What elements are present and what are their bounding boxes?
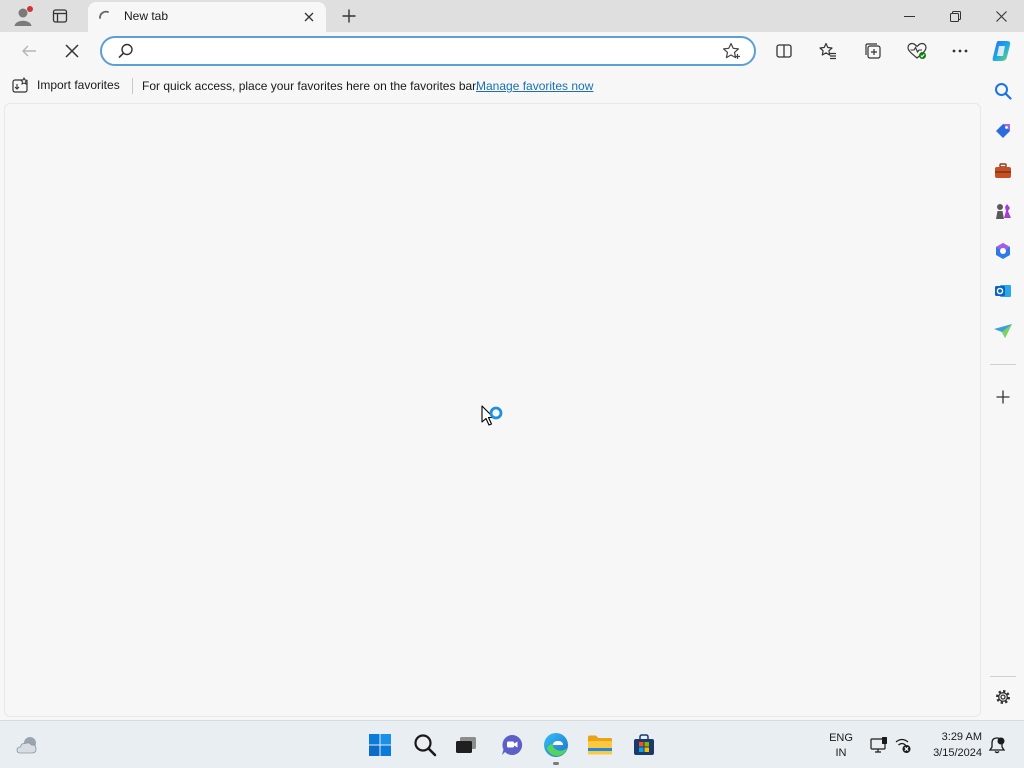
tab-close-button[interactable] — [301, 9, 317, 25]
more-button[interactable] — [945, 36, 975, 66]
edge-running-indicator — [553, 762, 559, 765]
file-explorer-icon — [587, 734, 613, 756]
sidebar-tools-button[interactable] — [990, 158, 1016, 184]
split-screen-icon — [776, 43, 792, 59]
sidebar-microsoft-365-button[interactable] — [990, 238, 1016, 264]
task-view-icon — [454, 735, 478, 755]
sidebar-shopping-button[interactable] — [990, 118, 1016, 144]
plus-icon — [342, 9, 356, 23]
sidebar-settings-button[interactable] — [990, 684, 1016, 710]
sidebar-add-button[interactable] — [990, 384, 1016, 410]
close-icon — [995, 10, 1007, 22]
minimize-icon — [903, 11, 915, 22]
sidebar-games-button[interactable] — [990, 198, 1016, 224]
workspaces-icon — [52, 8, 68, 24]
favorites-button[interactable] — [813, 36, 843, 66]
outlook-icon — [994, 282, 1012, 300]
microsoft-365-icon — [994, 242, 1012, 260]
close-icon — [304, 12, 314, 22]
back-button[interactable] — [14, 36, 44, 66]
taskbar-search-button[interactable] — [409, 729, 441, 761]
taskbar: ENG IN 3:29 AM 3/15/2024 — [0, 720, 1024, 768]
tools-icon — [994, 163, 1012, 179]
edge-sidebar — [982, 70, 1024, 718]
address-input[interactable] — [142, 42, 712, 60]
stop-loading-button[interactable] — [57, 36, 87, 66]
workspaces-button[interactable] — [45, 2, 75, 30]
settings-icon — [994, 688, 1012, 706]
more-icon — [952, 49, 968, 53]
minimize-button[interactable] — [886, 0, 932, 32]
tab-title: New tab — [124, 9, 169, 23]
copilot-button[interactable] — [987, 36, 1017, 66]
clock-time: 3:29 AM — [941, 731, 982, 743]
profile-icon — [12, 5, 34, 27]
back-icon — [21, 43, 37, 59]
network-tray-button[interactable] — [888, 729, 918, 761]
import-favorites-label: Import favorites — [37, 78, 120, 92]
file-explorer-button[interactable] — [584, 729, 616, 761]
display-icon — [870, 736, 888, 754]
restore-icon — [949, 10, 961, 22]
favorites-icon — [819, 42, 837, 60]
busy-cursor-icon — [481, 405, 505, 433]
store-icon — [632, 733, 656, 757]
task-view-button[interactable] — [450, 729, 482, 761]
collections-icon — [864, 42, 882, 60]
navigation-toolbar — [0, 32, 1024, 70]
address-bar[interactable] — [100, 36, 756, 66]
import-favorites-button[interactable]: Import favorites — [12, 77, 120, 93]
start-icon — [368, 733, 392, 757]
browser-essentials-button[interactable] — [902, 36, 932, 66]
add-icon — [996, 390, 1010, 404]
edge-taskbar-button[interactable] — [540, 729, 572, 761]
search-icon — [118, 43, 134, 59]
shopping-icon — [994, 122, 1012, 140]
edge-icon — [543, 732, 569, 758]
notifications-button[interactable] — [982, 729, 1012, 761]
loading-icon — [96, 9, 112, 25]
region-code: IN — [835, 747, 847, 759]
favorites-message: For quick access, place your favorites h… — [142, 79, 479, 93]
weather-icon — [16, 734, 40, 756]
sidebar-search-icon — [994, 82, 1012, 100]
drop-icon — [993, 323, 1013, 339]
new-tab-button[interactable] — [336, 3, 362, 29]
collections-button[interactable] — [858, 36, 888, 66]
profile-button[interactable] — [8, 2, 38, 30]
games-icon — [993, 202, 1013, 220]
import-icon — [12, 77, 30, 93]
start-button[interactable] — [364, 729, 396, 761]
chat-button[interactable] — [496, 729, 528, 761]
close-window-button[interactable] — [978, 0, 1024, 32]
favorites-divider — [132, 78, 133, 94]
input-language[interactable]: ENG IN — [826, 731, 856, 761]
sidebar-divider — [990, 364, 1016, 365]
store-button[interactable] — [628, 729, 660, 761]
clock-date: 3/15/2024 — [933, 747, 982, 759]
sidebar-drop-button[interactable] — [990, 318, 1016, 344]
manage-favorites-link[interactable]: Manage favorites now — [476, 79, 593, 93]
favorites-bar: Import favorites For quick access, place… — [0, 72, 980, 100]
split-screen-button[interactable] — [769, 36, 799, 66]
title-bar: New tab — [0, 0, 1024, 32]
restore-button[interactable] — [932, 0, 978, 32]
chat-icon — [500, 733, 524, 757]
sidebar-search-button[interactable] — [990, 78, 1016, 104]
stop-icon — [65, 44, 79, 58]
taskbar-search-icon — [413, 733, 437, 757]
network-icon — [894, 736, 912, 754]
copilot-icon — [990, 39, 1014, 63]
sidebar-outlook-button[interactable] — [990, 278, 1016, 304]
browser-essentials-icon — [907, 42, 927, 60]
tab-new-tab[interactable]: New tab — [88, 2, 326, 32]
clock[interactable]: 3:29 AM 3/15/2024 — [920, 729, 982, 761]
language-code: ENG — [829, 732, 853, 744]
star-add-icon[interactable] — [722, 42, 740, 60]
notifications-icon — [988, 736, 1006, 754]
weather-widget[interactable] — [12, 729, 44, 761]
sidebar-bottom-divider — [990, 676, 1016, 677]
